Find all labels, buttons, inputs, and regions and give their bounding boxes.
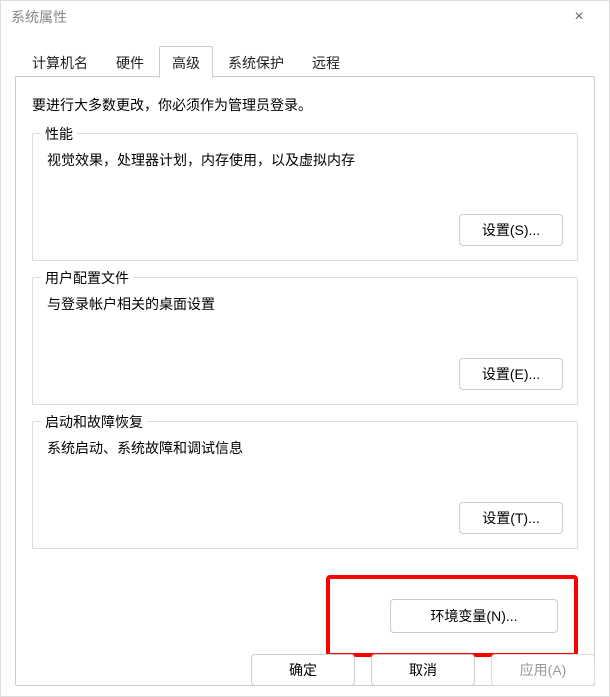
tab-hardware[interactable]: 硬件 [103, 46, 157, 78]
environment-variables-row: 环境变量(N)... [32, 565, 578, 667]
user-profiles-settings-button[interactable]: 设置(E)... [459, 358, 563, 390]
titlebar: 系统属性 × [1, 1, 609, 33]
tab-computer-name[interactable]: 计算机名 [19, 46, 101, 78]
group-user-profiles: 用户配置文件 与登录帐户相关的桌面设置 设置(E)... [32, 277, 578, 405]
group-user-profiles-legend: 用户配置文件 [41, 268, 133, 288]
performance-settings-button[interactable]: 设置(S)... [459, 214, 563, 246]
tab-remote[interactable]: 远程 [299, 46, 353, 78]
admin-note: 要进行大多数更改，你必须作为管理员登录。 [32, 95, 578, 115]
group-performance-legend: 性能 [41, 124, 77, 144]
close-icon[interactable]: × [559, 8, 599, 26]
group-startup-recovery-desc: 系统启动、系统故障和调试信息 [47, 438, 563, 458]
tab-panel-advanced: 要进行大多数更改，你必须作为管理员登录。 性能 视觉效果，处理器计划，内存使用，… [15, 76, 595, 686]
group-performance: 性能 视觉效果，处理器计划，内存使用，以及虚拟内存 设置(S)... [32, 133, 578, 261]
system-properties-window: 系统属性 × 计算机名 硬件 高级 系统保护 远程 要进行大多数更改，你必须作为… [0, 0, 610, 697]
tab-strip: 计算机名 硬件 高级 系统保护 远程 [19, 45, 595, 77]
group-startup-recovery: 启动和故障恢复 系统启动、系统故障和调试信息 设置(T)... [32, 421, 578, 549]
group-user-profiles-desc: 与登录帐户相关的桌面设置 [47, 294, 563, 314]
tab-advanced[interactable]: 高级 [159, 46, 213, 78]
apply-button[interactable]: 应用(A) [491, 654, 595, 686]
window-title: 系统属性 [11, 7, 559, 27]
ok-button[interactable]: 确定 [251, 654, 355, 686]
dialog-footer: 确定 取消 应用(A) [251, 654, 595, 686]
cancel-button[interactable]: 取消 [371, 654, 475, 686]
group-performance-desc: 视觉效果，处理器计划，内存使用，以及虚拟内存 [47, 150, 563, 170]
highlight-annotation: 环境变量(N)... [326, 575, 578, 657]
startup-recovery-settings-button[interactable]: 设置(T)... [459, 502, 563, 534]
group-startup-recovery-legend: 启动和故障恢复 [41, 412, 147, 432]
content-area: 计算机名 硬件 高级 系统保护 远程 要进行大多数更改，你必须作为管理员登录。 … [1, 33, 609, 686]
tab-system-protection[interactable]: 系统保护 [215, 46, 297, 78]
environment-variables-button[interactable]: 环境变量(N)... [390, 599, 558, 633]
